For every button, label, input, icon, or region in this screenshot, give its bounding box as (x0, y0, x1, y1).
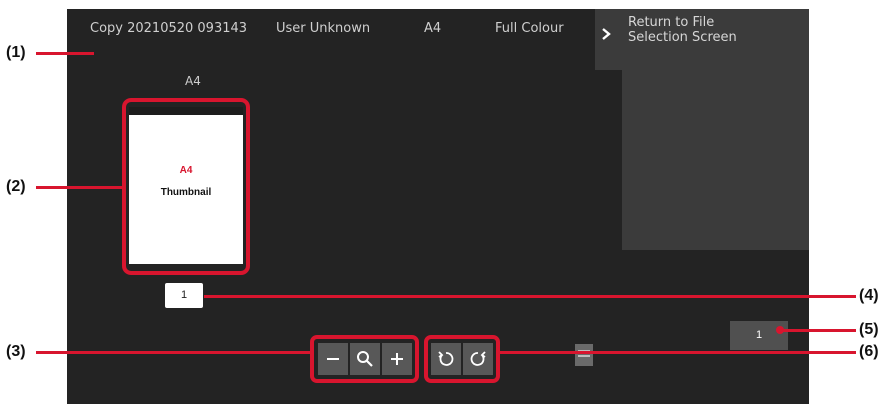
return-to-file-selection-button[interactable]: Return to File Selection Screen (595, 9, 809, 70)
callout-line-2 (36, 186, 123, 189)
callout-label-2: (2) (6, 178, 26, 195)
callout-line-1 (36, 52, 94, 55)
preview-screen: Copy 20210520 093143 User Unknown A4 Ful… (67, 9, 809, 404)
preview-size-label: A4 (185, 74, 201, 88)
zoom-controls-highlight (310, 335, 419, 383)
callout-line-3 (36, 351, 311, 354)
callout-line-4 (204, 295, 856, 298)
color-mode: Full Colour (495, 21, 564, 36)
callout-line-6 (500, 351, 856, 354)
print-icon[interactable] (574, 342, 594, 368)
callout-label-4: (4) (859, 287, 879, 304)
callout-label-1: (1) (6, 44, 26, 61)
user-name: User Unknown (276, 21, 371, 36)
return-label: Return to File Selection Screen (628, 15, 737, 45)
callout-label-5: (5) (859, 321, 879, 338)
paper-size: A4 (424, 21, 442, 36)
callout-line-5 (780, 329, 856, 332)
callout-dot-5 (776, 326, 784, 334)
side-panel (622, 70, 809, 250)
file-name: Copy 20210520 093143 (90, 21, 248, 36)
rotate-controls-highlight (424, 335, 500, 383)
callout-label-6: (6) (859, 343, 879, 360)
chevron-right-icon (602, 28, 611, 40)
thumbnail-highlight (122, 98, 250, 275)
callout-label-3: (3) (6, 343, 26, 360)
thumbnail-page-number: 1 (165, 283, 203, 308)
